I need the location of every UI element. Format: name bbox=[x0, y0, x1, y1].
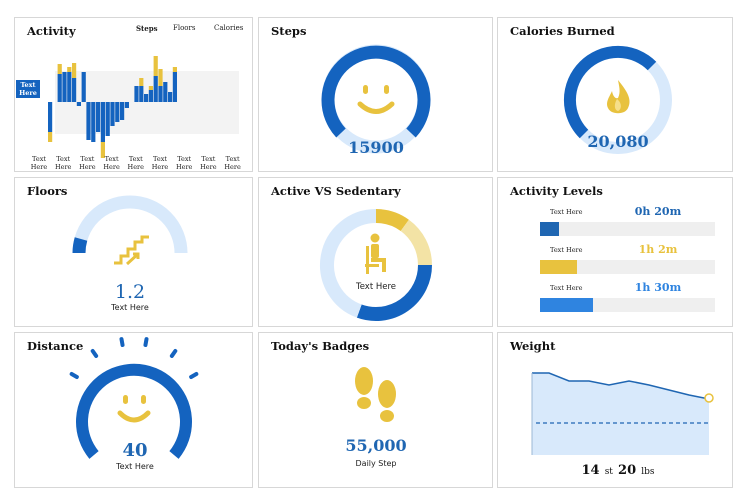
activity-level-label: Text Here bbox=[550, 284, 583, 292]
activity-bar-negative[interactable] bbox=[96, 102, 101, 132]
activity-x-label: Text Here bbox=[200, 155, 217, 171]
activity-bar-yellow[interactable] bbox=[139, 78, 144, 86]
steps-ring-progress bbox=[321, 45, 431, 138]
weight-card: Weight 14 st 20 lbs bbox=[497, 332, 733, 488]
activity-bar[interactable] bbox=[62, 72, 67, 102]
activity-x-label: Text Here bbox=[30, 155, 48, 171]
calories-ring-progress bbox=[563, 45, 657, 139]
floors-value: 1.2 bbox=[114, 281, 146, 303]
activity-bar[interactable] bbox=[144, 94, 149, 102]
activity-bar[interactable] bbox=[67, 72, 72, 102]
activity-level-value: 0h 20m bbox=[634, 205, 682, 218]
activity-bar-yellow[interactable] bbox=[67, 67, 72, 72]
activity-bar-yellow[interactable] bbox=[57, 64, 62, 74]
weight-area bbox=[532, 373, 709, 455]
smiley-icon bbox=[117, 395, 151, 423]
activity-levels-title: Activity Levels bbox=[510, 184, 603, 198]
activity-bar-yellow[interactable] bbox=[153, 56, 158, 76]
activity-marker: Text Here bbox=[16, 80, 40, 98]
activity-bar-negative[interactable] bbox=[124, 102, 129, 108]
activity-levels-card: Activity Levels Text Here 0h 20m Text Here… bbox=[497, 177, 733, 327]
floors-gauge-track bbox=[72, 195, 188, 254]
activity-x-label: Text Here bbox=[79, 155, 96, 171]
activity-bar[interactable] bbox=[57, 74, 62, 102]
activity-bar-negative[interactable] bbox=[100, 102, 105, 142]
steps-value: 15900 bbox=[348, 138, 404, 157]
activity-bar-negative[interactable] bbox=[110, 102, 115, 126]
activity-bar[interactable] bbox=[158, 86, 163, 102]
weight-st-unit: st bbox=[604, 467, 613, 477]
activity-bar[interactable] bbox=[148, 90, 153, 102]
activity-bar[interactable] bbox=[163, 82, 168, 102]
floors-gauge-progress bbox=[72, 237, 88, 254]
badges-caption: Daily Step bbox=[355, 459, 397, 468]
sun-ray bbox=[69, 372, 79, 379]
calories-card: Calories Burned 20,080 bbox=[497, 17, 733, 172]
weight-current-point[interactable] bbox=[704, 393, 714, 403]
activity-marker-label: Text Here bbox=[19, 81, 37, 97]
badges-value: 55,000 bbox=[345, 436, 407, 455]
activity-bar-negative[interactable] bbox=[48, 102, 53, 132]
weight-st-value: 14 bbox=[581, 463, 600, 478]
weight-readout: 14 st 20 lbs bbox=[558, 459, 678, 478]
calories-value: 20,080 bbox=[587, 132, 649, 151]
activity-bar[interactable] bbox=[81, 72, 86, 102]
activity-level-track bbox=[540, 260, 715, 274]
activity-bar[interactable] bbox=[153, 76, 158, 102]
sun-ray bbox=[189, 372, 199, 379]
activity-level-fill bbox=[540, 260, 577, 274]
activity-bar[interactable] bbox=[134, 86, 139, 102]
sun-ray bbox=[119, 337, 125, 348]
activity-bar-yellow[interactable] bbox=[148, 86, 153, 90]
activity-bar-yellow[interactable] bbox=[158, 69, 163, 86]
activity-bar[interactable] bbox=[168, 92, 173, 102]
activity-bar[interactable] bbox=[172, 72, 177, 102]
activity-bar[interactable] bbox=[139, 86, 144, 102]
sun-ray bbox=[143, 337, 149, 348]
flame-icon bbox=[607, 80, 630, 114]
activity-level-label: Text Here bbox=[550, 208, 583, 216]
activity-level-track bbox=[540, 222, 715, 236]
activity-x-label: Text Here bbox=[175, 155, 193, 171]
sun-ray bbox=[169, 349, 178, 358]
weight-lbs-value: 20 bbox=[618, 463, 637, 478]
distance-card: Distance 40 Text Here bbox=[14, 332, 253, 488]
distance-caption: Text Here bbox=[116, 462, 154, 471]
activity-level-fill bbox=[540, 298, 593, 312]
activity-x-label: Text Here bbox=[224, 155, 241, 171]
activity-bar-negative-yellow[interactable] bbox=[48, 132, 53, 142]
activity-level-value: 1h 30m bbox=[634, 281, 682, 294]
badges-card: Today's Badges 55,000 Daily Step bbox=[258, 332, 493, 488]
active-sedentary-card: Active VS Sedentary Text Here bbox=[258, 177, 493, 327]
activity-card: Activity Steps Floors Calories Text Here… bbox=[14, 17, 253, 172]
weight-lbs-unit: lbs bbox=[641, 467, 655, 477]
activity-x-label: Text Here bbox=[54, 155, 72, 171]
floors-caption: Text Here bbox=[111, 303, 149, 312]
sitting-person-icon bbox=[365, 233, 386, 274]
active-sedentary-caption: Text Here bbox=[355, 282, 397, 292]
stairs-icon bbox=[114, 235, 149, 266]
activity-level-label: Text Here bbox=[550, 246, 583, 254]
sun-ray bbox=[90, 349, 99, 358]
activity-level-track bbox=[540, 298, 715, 312]
steps-card: Steps 15900 bbox=[258, 17, 493, 172]
distance-value: 40 bbox=[122, 440, 148, 461]
activity-bar-yellow[interactable] bbox=[172, 67, 177, 72]
smiley-icon bbox=[357, 85, 395, 114]
floors-card: Floors 1.2 Text Here bbox=[14, 177, 253, 327]
activity-bar-negative[interactable] bbox=[105, 102, 110, 136]
activity-bar-yellow[interactable] bbox=[72, 63, 77, 78]
activity-level-value: 1h 2m bbox=[638, 243, 678, 256]
activity-bar-negative[interactable] bbox=[86, 102, 91, 140]
activity-bar[interactable] bbox=[72, 78, 77, 102]
activity-bar-negative[interactable] bbox=[120, 102, 125, 120]
activity-x-label: Text Here bbox=[103, 155, 120, 171]
activity-x-label: Text Here bbox=[151, 155, 169, 171]
activity-level-fill bbox=[540, 222, 560, 236]
activity-bar-negative[interactable] bbox=[115, 102, 120, 122]
activity-bar-negative[interactable] bbox=[91, 102, 96, 142]
activity-x-label: Text Here bbox=[127, 155, 145, 171]
activity-bar-negative[interactable] bbox=[76, 102, 81, 106]
activity-chart bbox=[48, 56, 239, 158]
